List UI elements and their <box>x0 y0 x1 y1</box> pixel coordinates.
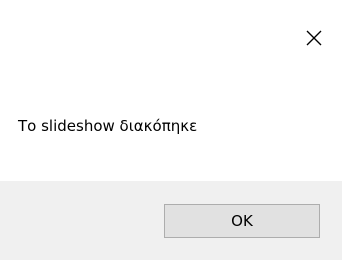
message-dialog: Το slideshow διακόπηκε OK <box>0 0 342 260</box>
close-button[interactable] <box>292 20 336 56</box>
dialog-message: Το slideshow διακόπηκε <box>18 117 198 135</box>
close-icon <box>305 29 323 47</box>
ok-button[interactable]: OK <box>164 204 320 238</box>
